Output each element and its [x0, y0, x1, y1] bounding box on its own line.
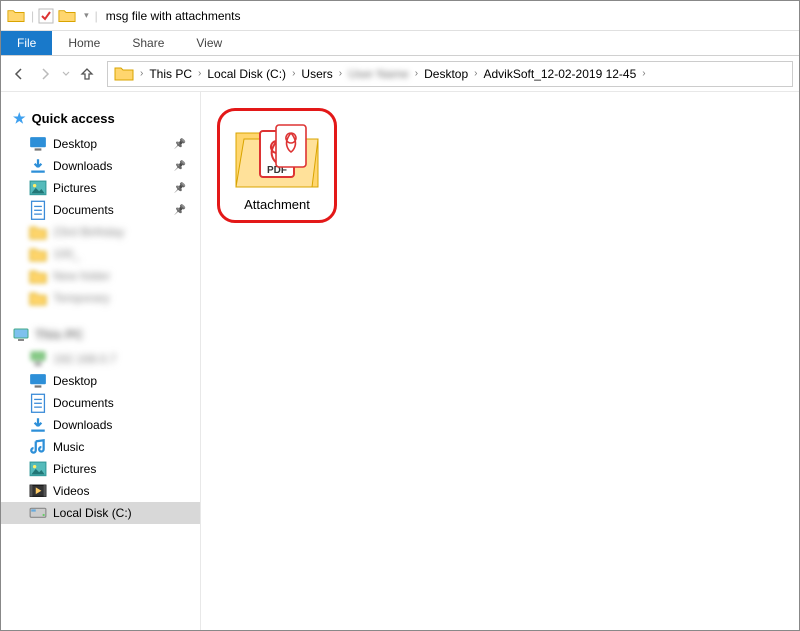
- tab-home[interactable]: Home: [52, 31, 116, 55]
- pin-icon: 📌: [174, 183, 186, 194]
- pictures-icon: [29, 461, 47, 477]
- folder-icon: [29, 268, 47, 284]
- tab-share[interactable]: Share: [116, 31, 180, 55]
- sidebar-item-192-168-0-7[interactable]: 192.168.0.7: [1, 348, 200, 370]
- chevron-right-icon: ›: [290, 68, 297, 79]
- sidebar-item-100-[interactable]: 100_: [1, 243, 200, 265]
- checkmark-icon: [38, 8, 54, 24]
- sidebar-item-documents[interactable]: Documents: [1, 392, 200, 414]
- folder-label: Attachment: [244, 197, 310, 212]
- recent-dropdown[interactable]: [59, 62, 73, 86]
- pin-icon: 📌: [174, 139, 186, 150]
- videos-icon: [29, 483, 47, 499]
- sidebar-item-label: Temporary: [53, 291, 192, 305]
- download-icon: [29, 417, 47, 433]
- documents-icon: [29, 202, 47, 218]
- forward-button[interactable]: [33, 62, 57, 86]
- folder-icon: [29, 224, 47, 240]
- up-button[interactable]: [75, 62, 99, 86]
- chevron-right-icon: ›: [413, 68, 420, 79]
- sidebar-item-label: Videos: [53, 484, 192, 498]
- pictures-icon: [29, 180, 47, 196]
- sidebar-section-quickaccess[interactable]: ★ Quick access: [1, 106, 200, 133]
- breadcrumb[interactable]: AdvikSoft_12-02-2019 12-45›: [480, 67, 648, 81]
- folder-icon: [7, 8, 25, 24]
- breadcrumb[interactable]: Local Disk (C:)›: [203, 67, 297, 81]
- sidebar-item-downloads[interactable]: Downloads: [1, 414, 200, 436]
- sidebar-item-23rd-birthday[interactable]: 23rd Birthday: [1, 221, 200, 243]
- sidebar-item-label: Desktop: [53, 137, 174, 151]
- separator: |: [95, 9, 98, 23]
- sidebar-item-label: Downloads: [53, 159, 174, 173]
- pc-icon: [13, 328, 29, 342]
- folder-icon: [114, 65, 134, 83]
- sidebar-item-pictures[interactable]: Pictures📌: [1, 177, 200, 199]
- sidebar-item-videos[interactable]: Videos: [1, 480, 200, 502]
- network-icon: [29, 351, 47, 367]
- sidebar-item-documents[interactable]: Documents📌: [1, 199, 200, 221]
- download-icon: [29, 158, 47, 174]
- sidebar-item-label: Documents: [53, 203, 174, 217]
- sidebar-item-desktop[interactable]: Desktop: [1, 370, 200, 392]
- chevron-right-icon: ›: [337, 68, 344, 79]
- breadcrumb[interactable]: This PC›: [145, 67, 203, 81]
- sidebar-item-label: Local Disk (C:): [53, 506, 192, 520]
- chevron-right-icon[interactable]: ›: [138, 68, 145, 79]
- sidebar-item-label: Pictures: [53, 462, 192, 476]
- chevron-right-icon: ›: [640, 68, 647, 79]
- navigation-bar: › This PC› Local Disk (C:)› Users› User …: [1, 56, 799, 92]
- monitor-icon: [29, 373, 47, 389]
- music-icon: [29, 439, 47, 455]
- file-tab[interactable]: File: [1, 31, 52, 55]
- window-title: msg file with attachments: [106, 9, 241, 23]
- chevron-right-icon: ›: [472, 68, 479, 79]
- sidebar-item-label: 100_: [53, 247, 192, 261]
- sidebar-item-label: Music: [53, 440, 192, 454]
- sidebar-item-label: Documents: [53, 396, 192, 410]
- ribbon-tabs: File Home Share View: [1, 31, 799, 56]
- sidebar-item-music[interactable]: Music: [1, 436, 200, 458]
- pin-icon: 📌: [174, 205, 186, 216]
- dropdown-icon[interactable]: ▾: [84, 10, 89, 21]
- window-titlebar: | ▾ | msg file with attachments: [1, 1, 799, 31]
- star-icon: ★: [13, 110, 26, 127]
- sidebar-item-label: Downloads: [53, 418, 192, 432]
- navigation-pane: ★ Quick access Desktop📌Downloads📌Picture…: [1, 92, 201, 630]
- sidebar-item-label: Pictures: [53, 181, 174, 195]
- address-bar[interactable]: › This PC› Local Disk (C:)› Users› User …: [107, 61, 793, 87]
- back-button[interactable]: [7, 62, 31, 86]
- sidebar-item-local-disk-c-[interactable]: Local Disk (C:): [1, 502, 200, 524]
- breadcrumb[interactable]: Desktop›: [420, 67, 479, 81]
- pin-icon: 📌: [174, 161, 186, 172]
- sidebar-section-thispc[interactable]: This PC: [1, 323, 200, 348]
- disk-icon: [29, 505, 47, 521]
- breadcrumb[interactable]: Users›: [297, 67, 344, 81]
- folder-icon: [58, 8, 76, 24]
- chevron-right-icon: ›: [196, 68, 203, 79]
- folder-pdf-icon: PDF: [232, 119, 322, 191]
- content-area[interactable]: PDF Attachment: [201, 92, 799, 630]
- folder-icon: [29, 246, 47, 262]
- folder-item-attachment[interactable]: PDF Attachment: [217, 108, 337, 223]
- sidebar-item-temporary[interactable]: Temporary: [1, 287, 200, 309]
- sidebar-item-pictures[interactable]: Pictures: [1, 458, 200, 480]
- sidebar-item-downloads[interactable]: Downloads📌: [1, 155, 200, 177]
- sidebar-item-desktop[interactable]: Desktop📌: [1, 133, 200, 155]
- sidebar-item-label: 23rd Birthday: [53, 225, 192, 239]
- folder-icon: [29, 290, 47, 306]
- separator: |: [31, 9, 34, 23]
- documents-icon: [29, 395, 47, 411]
- tab-view[interactable]: View: [180, 31, 238, 55]
- sidebar-item-new-folder[interactable]: New folder: [1, 265, 200, 287]
- monitor-icon: [29, 136, 47, 152]
- sidebar-item-label: New folder: [53, 269, 192, 283]
- sidebar-item-label: Desktop: [53, 374, 192, 388]
- breadcrumb[interactable]: User Name›: [344, 67, 420, 81]
- sidebar-item-label: 192.168.0.7: [53, 352, 192, 366]
